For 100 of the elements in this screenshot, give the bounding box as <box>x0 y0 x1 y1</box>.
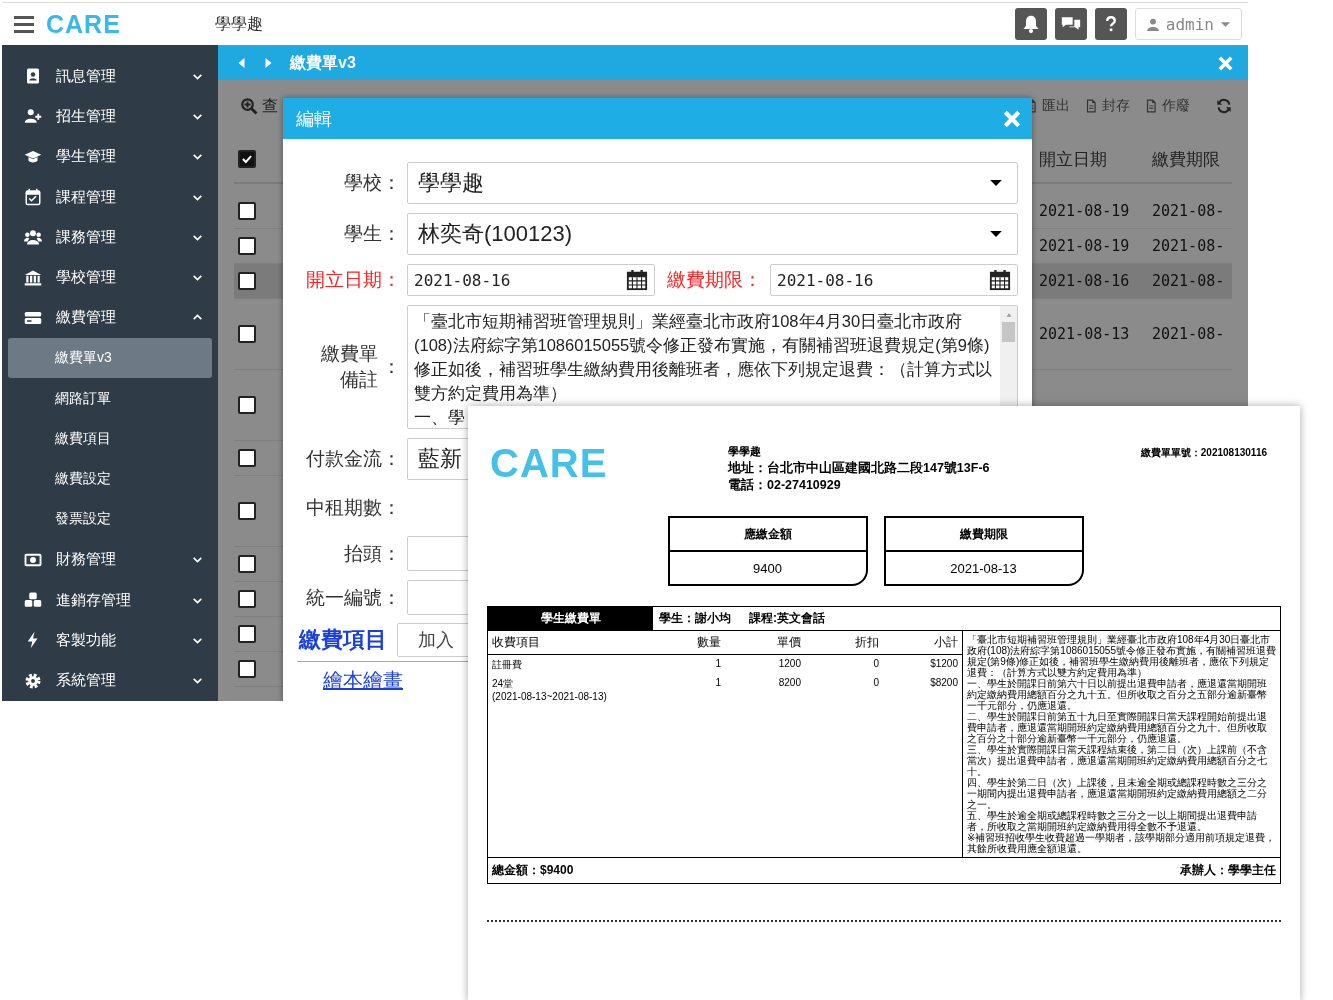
select-field[interactable]: 林奕奇(100123) <box>407 213 1018 255</box>
school-name: 學學趣 <box>728 444 762 459</box>
search-plus-icon <box>240 97 258 115</box>
table-cell: 0 <box>873 677 879 688</box>
section-heading: 繳費項目 <box>299 626 387 654</box>
student-text: 學生：謝小均 <box>659 610 731 627</box>
close-icon <box>1217 54 1234 72</box>
column-header[interactable]: 開立日期 <box>1039 147 1152 171</box>
help-button[interactable] <box>1094 8 1127 40</box>
column-header[interactable]: 繳費期限 <box>1152 147 1232 171</box>
scrollbar-thumb[interactable] <box>1002 322 1015 342</box>
document-icon <box>1084 98 1098 114</box>
phone-text: 電話：02-27410929 <box>728 477 842 494</box>
select-field[interactable]: 學學趣 <box>407 162 1018 204</box>
sidebar-item[interactable]: 繳費管理 <box>2 297 218 339</box>
sidebar-item[interactable]: 系統管理 <box>2 660 218 701</box>
sidebar-item[interactable]: 學校管理 <box>2 257 218 298</box>
table-cell: 1 <box>715 658 721 669</box>
table-cell: 2021-08-19 <box>1039 237 1130 255</box>
row-checkbox[interactable] <box>238 449 256 467</box>
field-label: 繳費單備註 <box>320 342 378 392</box>
user-menu-button[interactable]: admin <box>1134 8 1242 40</box>
summary-value: 2021-08-13 <box>949 559 1018 578</box>
terms-paragraph: 三、學生於實際開課日當天課程結束後，第二日（次）上課前（不含當次）提出退費申請者，應退還當期開班約定繳納費用總額百分之七十。 <box>967 744 1268 777</box>
sidebar-item[interactable]: 課務管理 <box>2 217 218 258</box>
handler-text: 承辦人：學學主任 <box>1180 862 1276 879</box>
row-checkbox[interactable] <box>238 325 256 343</box>
terms-paragraph: ※補習班招收學生收費超過一學期者，該學期部分適用前項規定退費，其餘所收費用應全額退還。 <box>967 832 1276 854</box>
field-label: 統一編號： <box>305 585 401 610</box>
sidebar-subitem[interactable]: 繳費項目 <box>8 418 212 459</box>
row-checkbox[interactable] <box>238 396 256 414</box>
item-link[interactable]: 繪本繪畫 <box>323 668 403 692</box>
table-cell: $1200 <box>930 658 958 669</box>
refresh-button[interactable] <box>1216 98 1232 114</box>
course-text: 課程:英文會話 <box>749 610 825 627</box>
close-dialog-button[interactable] <box>1002 108 1022 129</box>
cubes-icon <box>24 591 42 609</box>
field-label: 開立日期： <box>305 268 401 292</box>
table-cell-text: 註冊費 <box>492 658 523 672</box>
sidebar-item[interactable]: 訊息管理 <box>2 56 218 97</box>
column-header: 單價 <box>725 631 805 655</box>
document-icon <box>1144 98 1158 114</box>
toolbar-action-button[interactable]: 封存 <box>1084 97 1130 115</box>
table-cell: 2021-08- <box>1152 325 1225 343</box>
table-cell: 2021-08- <box>1152 272 1225 290</box>
address-text: 地址：台北市中山區建國北路二段147號13F-6 <box>728 460 991 477</box>
table-cell: $8200 <box>930 677 958 688</box>
refresh-icon <box>1216 98 1232 114</box>
row-checkbox[interactable] <box>238 660 256 678</box>
sidebar-item[interactable]: 進銷存管理 <box>2 579 218 621</box>
field-label: 繳費期限： <box>667 268 762 292</box>
table-cell: 2021-08-13 <box>1039 325 1130 343</box>
sidebar-item[interactable]: 招生管理 <box>2 96 218 137</box>
column-header: 收費項目 <box>488 631 670 655</box>
row-checkbox[interactable] <box>238 272 256 290</box>
date-field[interactable]: 2021-08-16 <box>770 264 1018 296</box>
date-field[interactable]: 2021-08-16 <box>407 264 655 296</box>
total-text: 總金額：$9400 <box>492 862 574 879</box>
summary-label: 繳費期限 <box>885 518 1082 552</box>
notifications-button[interactable] <box>1014 8 1047 40</box>
previous-tab-button[interactable] <box>236 55 248 71</box>
bank-icon <box>24 268 42 287</box>
row-checkbox[interactable] <box>238 237 256 255</box>
sidebar-item[interactable]: 財務管理 <box>2 539 218 580</box>
row-checkbox[interactable] <box>238 502 256 520</box>
settings-icon <box>24 671 42 690</box>
row-checkbox[interactable] <box>238 555 256 573</box>
row-checkbox[interactable] <box>238 202 256 220</box>
sidebar-subitem[interactable]: 繳費設定 <box>8 458 212 500</box>
sidebar-item[interactable]: 客製功能 <box>2 620 218 661</box>
table-cell: 2021-08-16 <box>1039 272 1130 290</box>
memo-text: 一、學 <box>414 407 465 428</box>
sidebar-item[interactable]: 學生管理 <box>2 136 218 177</box>
row-checkbox[interactable] <box>238 625 256 643</box>
table-cell: 1 <box>715 677 721 688</box>
row-checkbox[interactable] <box>238 590 256 608</box>
close-icon <box>1002 108 1022 129</box>
toolbar-action-button[interactable]: 作廢 <box>1144 97 1190 115</box>
sidebar-subitem[interactable]: 發票設定 <box>8 499 212 540</box>
table-cell: 1200 <box>778 658 801 669</box>
receipt-title: 學生繳費單 <box>488 607 653 630</box>
column-header: 數量 <box>670 631 725 655</box>
table-cell-text: 24堂 <box>492 677 515 691</box>
terms-paragraph: 「臺北市短期補習班管理規則」業經臺北市政府108年4月30日臺北市政府(108)法府綜字第1086015055號令修正發布實施，有關補習班退費規定(第9條)修正如後，補習班學生繳納費用後離班者，應依下列規定退費：（計算方式以雙方約定費用為準） <box>967 634 1276 678</box>
table-cell: 2021-08- <box>1152 202 1225 220</box>
sidebar-item[interactable]: 課程管理 <box>2 176 218 218</box>
close-tab-button[interactable] <box>1217 54 1234 72</box>
calendar-icon <box>626 269 648 291</box>
user-icon <box>1145 16 1160 32</box>
search-button[interactable]: 查 <box>240 95 278 117</box>
sidebar-subitem[interactable]: 繳費單v3 <box>8 338 212 379</box>
caret-left-icon <box>236 55 248 71</box>
messages-button[interactable] <box>1054 8 1087 40</box>
table-cell: 8200 <box>778 677 801 688</box>
select-all-checkbox[interactable] <box>238 150 256 168</box>
dialog-title: 編輯 <box>296 107 332 131</box>
logo: CARE <box>490 441 609 485</box>
field-label: 付款金流： <box>305 447 401 471</box>
table-cell: 2021-08-19 <box>1039 202 1130 220</box>
sidebar-subitem[interactable]: 網路訂單 <box>8 378 212 419</box>
